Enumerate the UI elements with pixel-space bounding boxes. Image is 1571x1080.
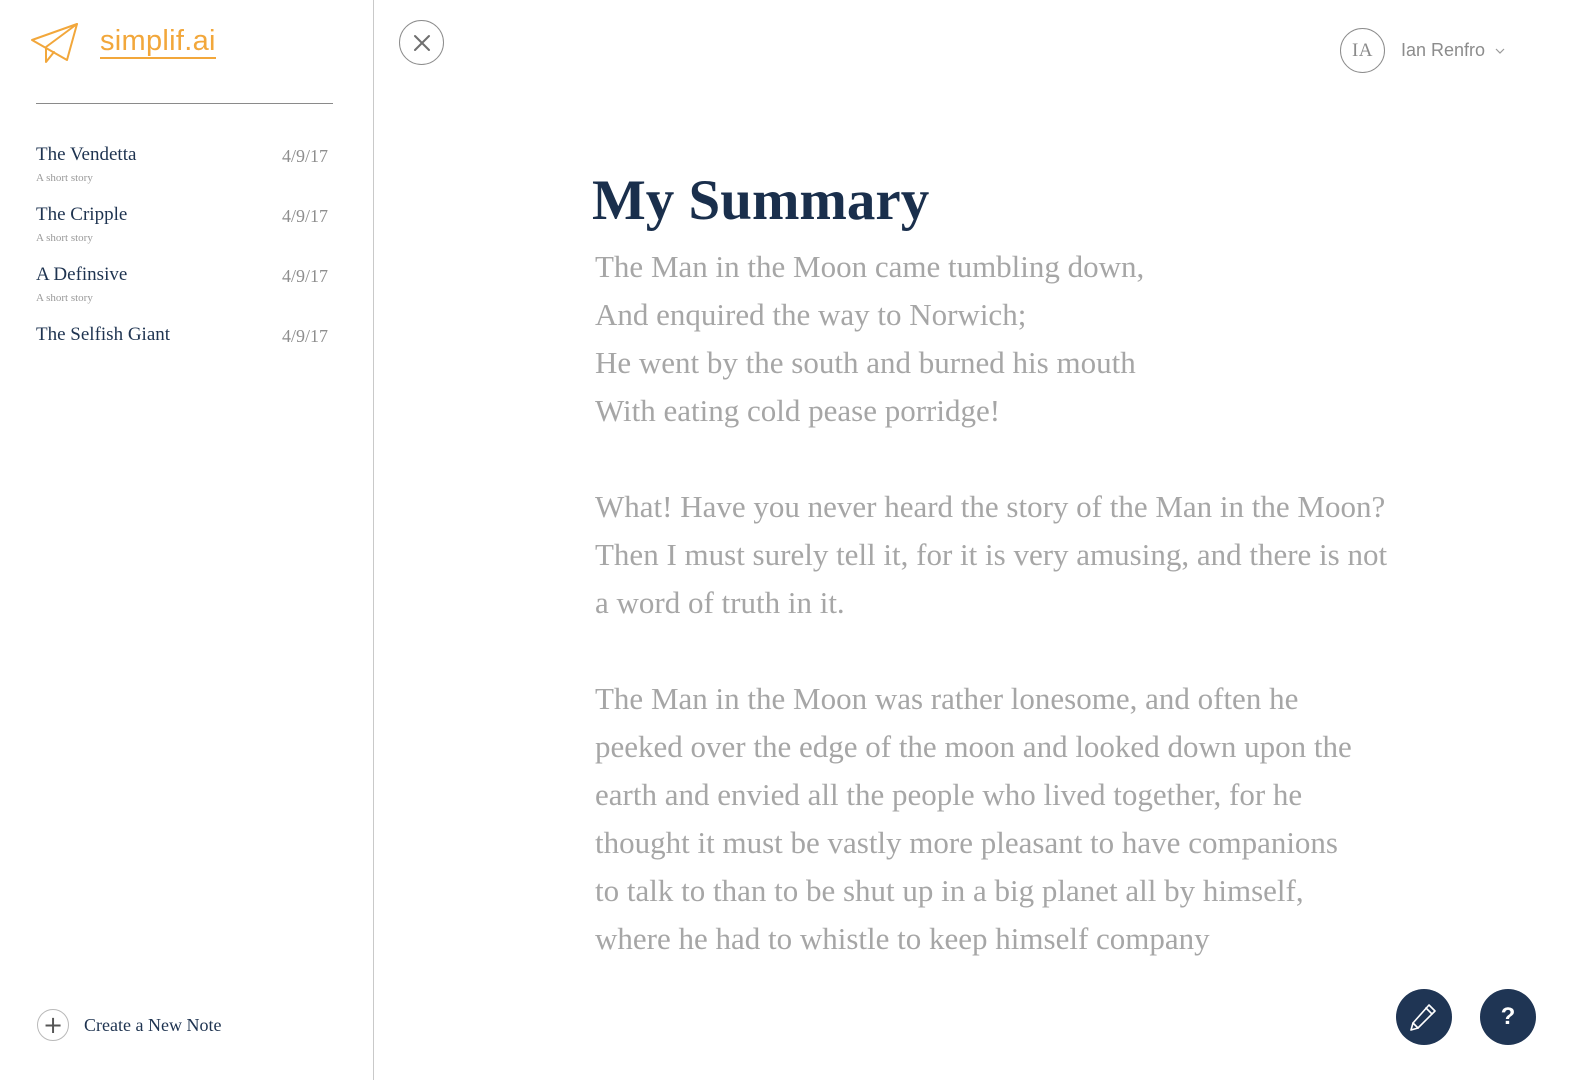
close-button[interactable]	[399, 20, 444, 65]
notes-list: The Vendetta 4/9/17 A short story The Cr…	[36, 143, 330, 383]
note-subtitle: A short story	[36, 172, 93, 184]
edit-button[interactable]	[1396, 989, 1452, 1045]
paper-plane-icon	[31, 23, 78, 63]
close-icon	[413, 34, 430, 51]
summary-line: With eating cold pease porridge!	[595, 393, 1001, 428]
create-new-note-button[interactable]: + Create a New Note	[37, 1009, 221, 1041]
summary-line: The Man in the Moon came tumbling down,	[595, 249, 1145, 284]
summary-paragraph: The Man in the Moon came tumbling down, …	[595, 243, 1495, 435]
note-date: 4/9/17	[281, 146, 328, 166]
summary-line: thought it must be vastly more pleasant …	[595, 825, 1339, 860]
pencil-icon	[1410, 1004, 1436, 1031]
summary-line: where he had to whistle to keep himself …	[595, 921, 1210, 956]
note-item-the-vendetta[interactable]: The Vendetta 4/9/17 A short story	[36, 143, 330, 203]
note-date: 4/9/17	[281, 266, 328, 286]
note-date: 4/9/17	[281, 326, 328, 346]
help-button[interactable]: ?	[1480, 989, 1536, 1045]
note-item-a-definsive[interactable]: A Definsive 4/9/17 A short story	[36, 263, 330, 323]
plus-icon: +	[37, 1009, 69, 1041]
summary-line: And enquired the way to Norwich;	[595, 297, 1027, 332]
summary-line: Then I must surely tell it, for it is ve…	[595, 537, 1388, 572]
brand-logo[interactable]: simplif.ai	[30, 22, 216, 64]
avatar[interactable]: IA	[1340, 28, 1385, 73]
summary-line: The Man in the Moon was rather lonesome,…	[595, 681, 1299, 716]
note-subtitle: A short story	[36, 232, 93, 244]
user-menu[interactable]: IA Ian Renfro	[1340, 28, 1505, 73]
sidebar: simplif.ai The Vendetta 4/9/17 A short s…	[0, 0, 374, 1080]
note-title: The Cripple	[36, 204, 128, 225]
summary-body: The Man in the Moon came tumbling down, …	[595, 243, 1495, 1011]
create-new-note-label: Create a New Note	[84, 1014, 222, 1035]
summary-line: a word of truth in it.	[595, 585, 845, 620]
note-item-the-cripple[interactable]: The Cripple 4/9/17 A short story	[36, 203, 330, 263]
note-title: The Selfish Giant	[36, 324, 171, 345]
summary-paragraph: What! Have you never heard the story of …	[595, 483, 1495, 627]
sidebar-divider	[36, 103, 333, 104]
summary-line: earth and envied all the people who live…	[595, 777, 1303, 812]
summary-line: He went by the south and burned his mout…	[595, 345, 1136, 380]
note-date: 4/9/17	[281, 206, 328, 226]
summary-paragraph: The Man in the Moon was rather lonesome,…	[595, 675, 1495, 963]
summary-line: to talk to than to be shut up in a big p…	[595, 873, 1304, 908]
summary-line: What! Have you never heard the story of …	[595, 489, 1386, 524]
note-item-the-selfish-giant[interactable]: The Selfish Giant 4/9/17	[36, 323, 330, 383]
note-subtitle: A short story	[36, 292, 93, 304]
note-title: The Vendetta	[36, 144, 137, 165]
chevron-down-icon[interactable]	[1495, 47, 1505, 55]
page-title: My Summary	[592, 169, 930, 232]
help-icon: ?	[1500, 1003, 1516, 1030]
user-name[interactable]: Ian Renfro	[1401, 40, 1485, 61]
note-title: A Definsive	[36, 264, 128, 285]
summary-line: peeked over the edge of the moon and loo…	[595, 729, 1352, 764]
brand-name: simplif.ai	[100, 24, 216, 59]
